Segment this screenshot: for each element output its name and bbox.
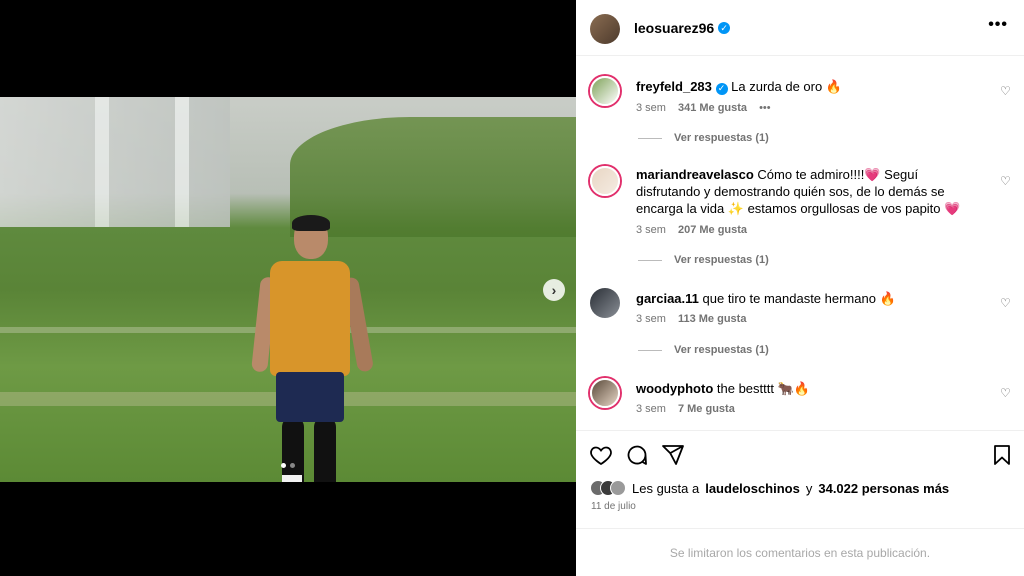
liker-avatar [610,480,626,496]
post-modal: › leosuarez96 ✓ ••• freyfeld_283 ✓ La zu… [0,0,1024,576]
commenter-username[interactable]: woodyphoto [636,381,713,396]
more-options-icon[interactable]: ••• [988,16,1008,34]
commenter-username[interactable]: freyfeld_283 [636,79,712,94]
commenter-avatar[interactable] [590,288,620,318]
like-comment-icon[interactable]: ♡ [1000,174,1012,188]
comment-time: 3 sem [636,102,666,114]
liker-avatars [590,480,626,496]
share-icon[interactable] [661,443,685,467]
verified-icon: ✓ [715,82,728,95]
post-media: › [0,0,576,576]
comments-limited-notice: Se limitaron los comentarios en esta pub… [576,528,1024,576]
comment-icon[interactable] [625,443,649,467]
likes-count[interactable]: 34.022 personas más [818,481,949,496]
comment-time: 3 sem [636,403,666,415]
comment-text: que tiro te mandaste hermano 🔥 [702,291,896,306]
like-comment-icon[interactable]: ♡ [1000,84,1012,98]
carousel-dot [281,463,286,468]
comment-more-icon[interactable]: ••• [759,102,771,114]
next-media-button[interactable]: › [543,279,565,301]
comment-text: La zurda de oro 🔥 [731,79,843,94]
comment-likes[interactable]: 207 Me gusta [678,224,747,236]
liker-username[interactable]: laudeloschinos [705,481,800,496]
commenter-avatar[interactable] [590,76,620,106]
view-replies-button[interactable]: Ver respuestas (1) [638,254,769,266]
chevron-right-icon: › [551,282,557,298]
comment-likes[interactable]: 341 Me gusta [678,102,747,114]
heart-icon[interactable] [589,443,613,467]
verified-icon: ✓ [718,22,731,34]
like-comment-icon[interactable]: ♡ [1000,296,1012,310]
bookmark-icon[interactable] [990,443,1014,467]
carousel-dots [281,463,295,468]
post-panel: leosuarez96 ✓ ••• freyfeld_283 ✓ La zurd… [576,0,1024,576]
commenter-username[interactable]: garciaa.11 [636,291,699,306]
player-figure [250,215,380,482]
carousel-dot [290,463,295,468]
like-comment-icon[interactable]: ♡ [1000,386,1012,400]
commenter-username[interactable]: mariandreavelasco [636,167,754,182]
comment-likes[interactable]: 113 Me gusta [678,313,746,325]
comment-likes[interactable]: 7 Me gusta [678,403,735,415]
post-date[interactable]: 11 de julio [591,501,636,512]
view-replies-button[interactable]: Ver respuestas (1) [638,344,769,356]
view-replies-button[interactable]: Ver respuestas (1) [638,132,769,144]
comment-time: 3 sem [636,313,666,325]
likes-summary[interactable]: Les gusta a laudeloschinos y 34.022 pers… [590,480,949,496]
author-avatar[interactable] [590,14,620,44]
post-actions [576,430,1024,476]
commenter-avatar[interactable] [590,166,620,196]
post-header: leosuarez96 ✓ ••• [576,0,1024,56]
commenter-avatar[interactable] [590,378,620,408]
comment-text: the bestttt 🐂🔥 [716,381,810,396]
comment-time: 3 sem [636,224,666,236]
author-username[interactable]: leosuarez96 ✓ [634,20,731,36]
post-photo[interactable] [0,97,576,482]
